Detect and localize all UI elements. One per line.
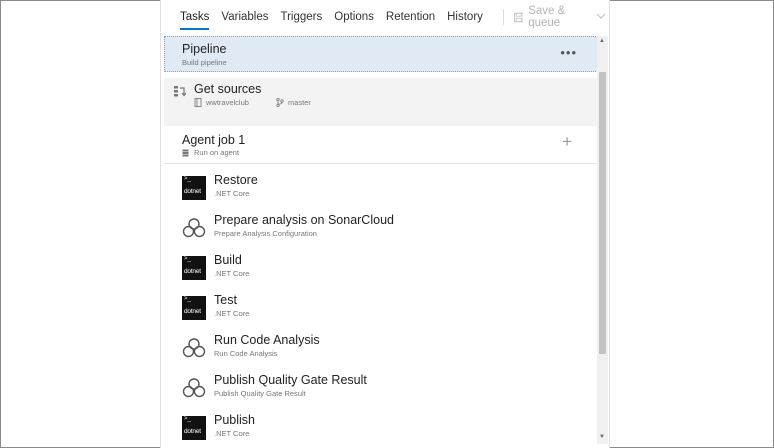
pipeline-subtitle: Build pipeline [182, 58, 227, 67]
task-subtitle: Prepare Analysis Configuration [214, 229, 317, 238]
dotnet-icon: >_ dotnet [182, 296, 206, 320]
pipeline-tabs: Tasks Variables Triggers Options Retenti… [161, 0, 611, 34]
repository-icon [194, 98, 202, 107]
scroll-up-arrow-icon[interactable]: ▲ [599, 38, 605, 44]
task-publish-quality-gate-result[interactable]: Publish Quality Gate Result Publish Qual… [164, 370, 600, 410]
chevron-down-icon[interactable] [596, 12, 611, 23]
get-sources-icon [173, 85, 187, 103]
task-run-code-analysis[interactable]: Run Code Analysis Run Code Analysis [164, 330, 600, 370]
agent-job-title: Agent job 1 [182, 133, 246, 147]
vertical-scrollbar[interactable]: ▲ ▼ [597, 36, 608, 444]
repository-info: wwtravelclub [194, 98, 249, 107]
save-and-queue-button[interactable]: Save & queue [513, 5, 611, 29]
pipeline-editor-panel: Tasks Variables Triggers Options Retenti… [160, 0, 610, 448]
sonarcloud-icon [182, 216, 206, 240]
dotnet-icon: >_ dotnet [182, 256, 206, 280]
agent-job-subtitle-row: Run on agent [182, 148, 239, 157]
agent-job-subtitle: Run on agent [194, 148, 240, 157]
task-restore[interactable]: >_ dotnet Restore .NET Core [164, 170, 600, 210]
scrollbar-thumb[interactable] [599, 72, 606, 354]
get-sources-node[interactable]: Get sources wwtravelclub master [164, 78, 600, 118]
task-title: Test [214, 293, 237, 307]
task-publish[interactable]: >_ dotnet Publish .NET Core [164, 410, 600, 448]
toolbar-divider [502, 9, 504, 25]
task-title: Publish [214, 413, 255, 427]
get-sources-title: Get sources [194, 82, 262, 96]
task-subtitle: Publish Quality Gate Result [214, 389, 306, 398]
task-build[interactable]: >_ dotnet Build .NET Core [164, 250, 600, 290]
save-icon [513, 12, 524, 22]
server-icon [182, 149, 189, 156]
sonarcloud-icon [182, 336, 206, 360]
sonarcloud-icon [182, 376, 206, 400]
task-prepare-analysis-sonarcloud[interactable]: Prepare analysis on SonarCloud Prepare A… [164, 210, 600, 250]
tab-history[interactable]: History [447, 0, 483, 34]
repository-name: wwtravelclub [206, 98, 249, 107]
dotnet-icon: >_ dotnet [182, 176, 206, 200]
branch-info: master [276, 98, 311, 107]
task-subtitle: .NET Core [214, 429, 250, 438]
task-subtitle: .NET Core [214, 309, 250, 318]
task-title: Publish Quality Gate Result [214, 373, 367, 387]
task-title: Build [214, 253, 242, 267]
branch-name: master [288, 98, 311, 107]
task-title: Run Code Analysis [214, 333, 320, 347]
tab-variables[interactable]: Variables [221, 0, 268, 34]
task-title: Restore [214, 173, 258, 187]
save-and-queue-label: Save & queue [528, 5, 566, 29]
more-options-icon[interactable]: ••• [560, 45, 577, 60]
task-subtitle: .NET Core [214, 189, 250, 198]
pipeline-node[interactable]: Pipeline Build pipeline ••• [164, 36, 600, 72]
add-task-icon[interactable]: + [562, 133, 572, 151]
task-subtitle: Run Code Analysis [214, 349, 278, 358]
task-subtitle: .NET Core [214, 269, 250, 278]
task-test[interactable]: >_ dotnet Test .NET Core [164, 290, 600, 330]
tab-tasks[interactable]: Tasks [180, 0, 210, 34]
tab-triggers[interactable]: Triggers [281, 0, 323, 34]
agent-job-node[interactable]: Agent job 1 Run on agent + [164, 126, 600, 164]
pipeline-title: Pipeline [182, 42, 227, 56]
tab-options[interactable]: Options [334, 0, 374, 34]
branch-icon [276, 98, 284, 107]
dotnet-icon: >_ dotnet [182, 416, 206, 440]
scroll-down-arrow-icon[interactable]: ▼ [599, 434, 605, 440]
tab-retention[interactable]: Retention [386, 0, 435, 34]
section-divider [164, 118, 600, 126]
task-title: Prepare analysis on SonarCloud [214, 213, 394, 227]
